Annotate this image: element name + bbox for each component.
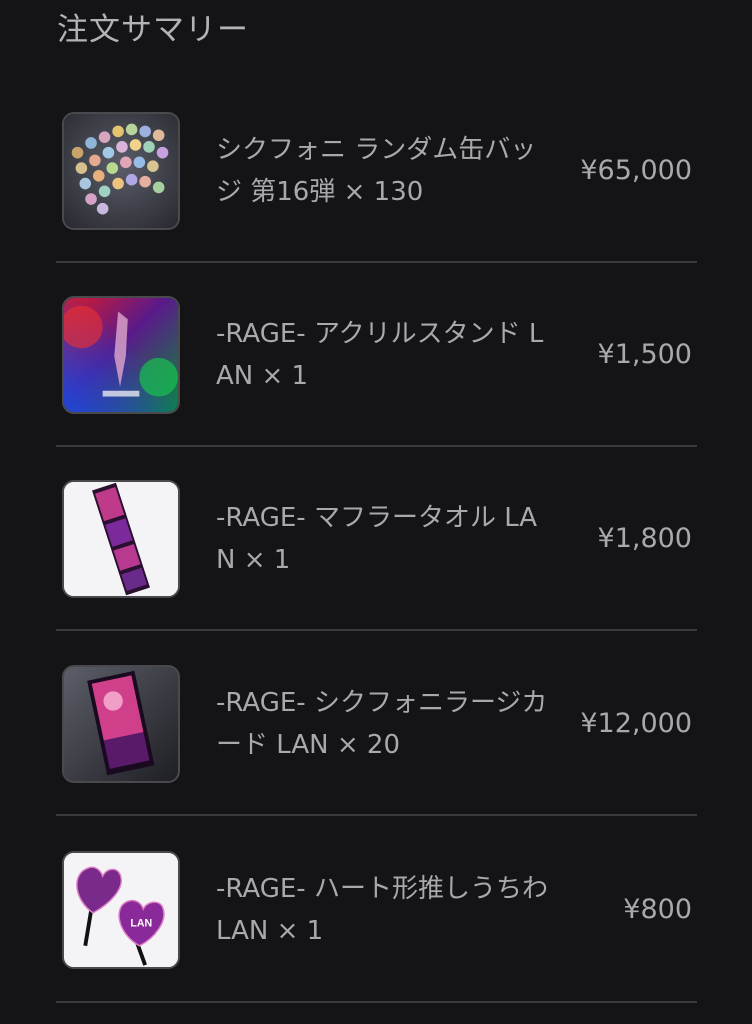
order-item: -RAGE- シクフォニラージカード LAN × 20 ¥12,000: [56, 632, 697, 816]
order-item: -RAGE- マフラータオル LAN × 1 ¥1,800: [56, 447, 697, 631]
item-price: ¥65,000: [580, 155, 692, 186]
item-name: -RAGE- アクリルスタンド LAN × 1: [216, 319, 544, 391]
order-item: LAN -RAGE- ハート形推しうちわ LAN × 1 ¥800: [56, 817, 697, 1003]
divider: [56, 1001, 697, 1003]
item-name: -RAGE- シクフォニラージカード LAN × 20: [216, 688, 548, 760]
item-name: シクフォニ ランダム缶バッジ 第16弾 × 130: [216, 135, 537, 207]
item-price: ¥800: [623, 894, 692, 925]
item-price: ¥12,000: [580, 708, 692, 739]
fan-lan-text: LAN: [130, 917, 152, 929]
divider: [56, 629, 697, 631]
item-price: ¥1,800: [597, 523, 692, 554]
badge-collection-image: [62, 112, 180, 230]
large-card-image: [62, 665, 180, 783]
item-price: ¥1,500: [597, 339, 692, 370]
order-item: シクフォニ ランダム缶バッジ 第16弾 × 130 ¥65,000: [56, 79, 697, 263]
item-name: -RAGE- マフラータオル LAN × 1: [216, 503, 538, 575]
divider: [56, 814, 697, 816]
heart-fan-image: LAN: [62, 851, 180, 969]
muffler-towel-image: [62, 480, 180, 598]
order-summary-title: 注文サマリー: [57, 12, 249, 48]
order-item: -RAGE- アクリルスタンド LAN × 1 ¥1,500: [56, 263, 697, 447]
item-name: -RAGE- ハート形推しうちわ LAN × 1: [216, 874, 548, 946]
acrylic-stand-image: [62, 296, 180, 414]
